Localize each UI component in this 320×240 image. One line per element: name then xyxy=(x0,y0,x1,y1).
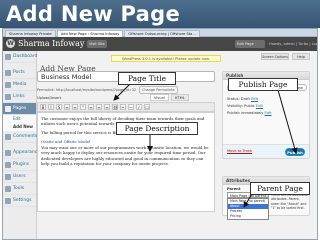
attributes-help-text: There are no additional attributes. Pare… xyxy=(271,193,309,211)
status-edit-link[interactable]: Edit xyxy=(251,97,258,101)
site-name: Sharma Infoway xyxy=(18,39,85,48)
sidebar-item-label: Posts xyxy=(13,70,25,75)
visibility-line: Visibility: Public Edit xyxy=(227,104,263,108)
align-right-button[interactable]: ≡ xyxy=(104,104,110,110)
bullet-list-button[interactable]: ≡ xyxy=(64,104,70,110)
change-permalink-button[interactable]: Change Permalinks xyxy=(139,86,178,94)
browser-tab-active[interactable]: Add New Page ‹ Sharma Infoway xyxy=(56,30,124,37)
strikethrough-button[interactable]: S xyxy=(56,104,62,110)
upload-insert-label[interactable]: Upload/Insert xyxy=(37,95,61,101)
status-text: Status: Draft xyxy=(227,97,250,101)
sidebar-item-settings[interactable]: Settings xyxy=(3,195,36,207)
dropdown-option[interactable]: Pricing xyxy=(228,214,268,219)
posts-icon xyxy=(5,70,11,76)
slide-title-bar: Add New Page xyxy=(0,0,320,28)
sidebar-item-label: Comments xyxy=(13,134,38,139)
sidebar-item-label: Plugins xyxy=(13,162,30,167)
blockquote-button[interactable]: “ xyxy=(80,104,86,110)
wp-admin-header: W Sharma Infoway Visit Site Edit Page Ho… xyxy=(3,37,317,51)
fullscreen-button[interactable]: ☐ xyxy=(144,104,150,110)
move-to-trash-link[interactable]: Move to Trash xyxy=(227,149,252,153)
slide-title: Add New Page xyxy=(6,2,181,26)
dashboard-icon xyxy=(5,54,11,60)
align-left-button[interactable]: ≡ xyxy=(88,104,94,110)
callout-page-description: Page Description xyxy=(116,122,198,135)
parent-label: Parent xyxy=(227,187,241,191)
sidebar-item-label: Media xyxy=(13,82,27,87)
sidebar-subitem-add-new[interactable]: Add New xyxy=(3,123,36,131)
tab-visual[interactable]: Visual xyxy=(150,94,169,101)
screen-options-button[interactable]: Screen Options xyxy=(261,53,289,60)
update-notice[interactable]: WordPress 3.0.1 is available! Please upd… xyxy=(111,55,221,62)
comments-icon xyxy=(5,134,11,140)
sidebar-item-users[interactable]: Users xyxy=(3,171,36,183)
callout-publish-page: Publish Page xyxy=(228,78,298,91)
publish-box-footer: Move to Trash Publish xyxy=(223,144,309,158)
publish-button[interactable]: Publish xyxy=(285,148,305,156)
appearance-icon xyxy=(5,150,11,156)
unlink-button[interactable]: ✂ xyxy=(120,104,126,110)
plugins-icon xyxy=(5,162,11,168)
schedule-line: Publish immediately Edit xyxy=(227,111,272,115)
links-icon xyxy=(5,94,11,100)
help-button[interactable]: Help xyxy=(292,53,310,60)
sidebar-subitem-edit[interactable]: Edit xyxy=(3,115,36,123)
sidebar-item-tools[interactable]: Tools xyxy=(3,183,36,195)
browser-tab[interactable]: Sharma Infoway Private xyxy=(5,30,56,37)
editor-mode-tabs: Visual HTML xyxy=(150,94,189,101)
align-center-button[interactable]: ≡ xyxy=(96,104,102,110)
sidebar-item-links[interactable]: Links xyxy=(3,91,36,103)
editor-paragraph: You may want one or more of our programm… xyxy=(41,145,209,166)
favorite-actions-dropdown[interactable]: Edit Page xyxy=(235,40,265,48)
user-greeting[interactable]: Howdy, admin | Turbo | Log Out xyxy=(269,37,317,51)
media-icon xyxy=(5,82,11,88)
sidebar-item-label: Links xyxy=(13,94,25,99)
bold-button[interactable]: B xyxy=(40,104,46,110)
permalink-label: Permalink: xyxy=(37,88,55,92)
admin-sidebar: Dashboard Posts Media Links Pages Edit A… xyxy=(3,51,40,239)
sidebar-item-dashboard[interactable]: Dashboard xyxy=(3,51,38,63)
editor-toolbar: B I S ≡ ≡ “ ≡ ≡ ≡ ⛓ ✂ — ✓ ☐ xyxy=(37,102,215,112)
schedule-text: Publish immediately xyxy=(227,111,264,115)
tools-icon xyxy=(5,186,11,192)
users-icon xyxy=(5,174,11,180)
sidebar-item-appearance[interactable]: Appearance xyxy=(3,147,40,159)
sidebar-item-media[interactable]: Media xyxy=(3,79,36,91)
sidebar-item-comments[interactable]: Comments xyxy=(3,131,38,143)
visit-site-button[interactable]: Visit Site xyxy=(87,40,107,48)
settings-icon xyxy=(5,198,11,204)
sidebar-item-label: Dashboard xyxy=(13,54,38,59)
parent-dropdown-list: Main Page (no parent) About Process Pric… xyxy=(227,198,269,220)
editor-subheading: Onsite and Offsite Model xyxy=(41,139,91,145)
visibility-edit-link[interactable]: Edit xyxy=(256,104,263,108)
browser-tab[interactable]: Offshore Outsourcing | Offshore Sta... xyxy=(124,30,200,37)
sidebar-item-plugins[interactable]: Plugins xyxy=(3,159,36,171)
visibility-text: Visibility: Public xyxy=(227,104,255,108)
callout-parent-page: Parent Page xyxy=(250,182,310,195)
sidebar-item-pages[interactable]: Pages xyxy=(3,103,36,115)
sidebar-item-label: Settings xyxy=(13,198,32,203)
permalink-row: Permalink: http://localhost/mysite/wordp… xyxy=(37,86,178,94)
sidebar-item-label: Users xyxy=(13,174,26,179)
tab-html[interactable]: HTML xyxy=(170,94,189,101)
schedule-edit-link[interactable]: Edit xyxy=(265,111,272,115)
pages-icon xyxy=(5,106,11,112)
link-button[interactable]: ⛓ xyxy=(112,104,118,110)
browser-tab-strip: Sharma Infoway Private Add New Page ‹ Sh… xyxy=(3,29,317,37)
status-line: Status: Draft Edit xyxy=(227,97,258,101)
callout-page-title: Page Title xyxy=(118,72,176,85)
sidebar-item-label: Tools xyxy=(13,186,25,191)
italic-button[interactable]: I xyxy=(48,104,54,110)
permalink-url[interactable]: http://localhost/mysite/wordpress/?page_… xyxy=(56,88,136,92)
sidebar-item-label: Appearance xyxy=(13,150,41,155)
spellcheck-button[interactable]: ✓ xyxy=(136,104,142,110)
numbered-list-button[interactable]: ≡ xyxy=(72,104,78,110)
more-tag-button[interactable]: — xyxy=(128,104,134,110)
sidebar-item-posts[interactable]: Posts xyxy=(3,67,36,79)
sidebar-item-label: Pages xyxy=(13,106,27,111)
wordpress-logo-icon: W xyxy=(6,39,15,48)
